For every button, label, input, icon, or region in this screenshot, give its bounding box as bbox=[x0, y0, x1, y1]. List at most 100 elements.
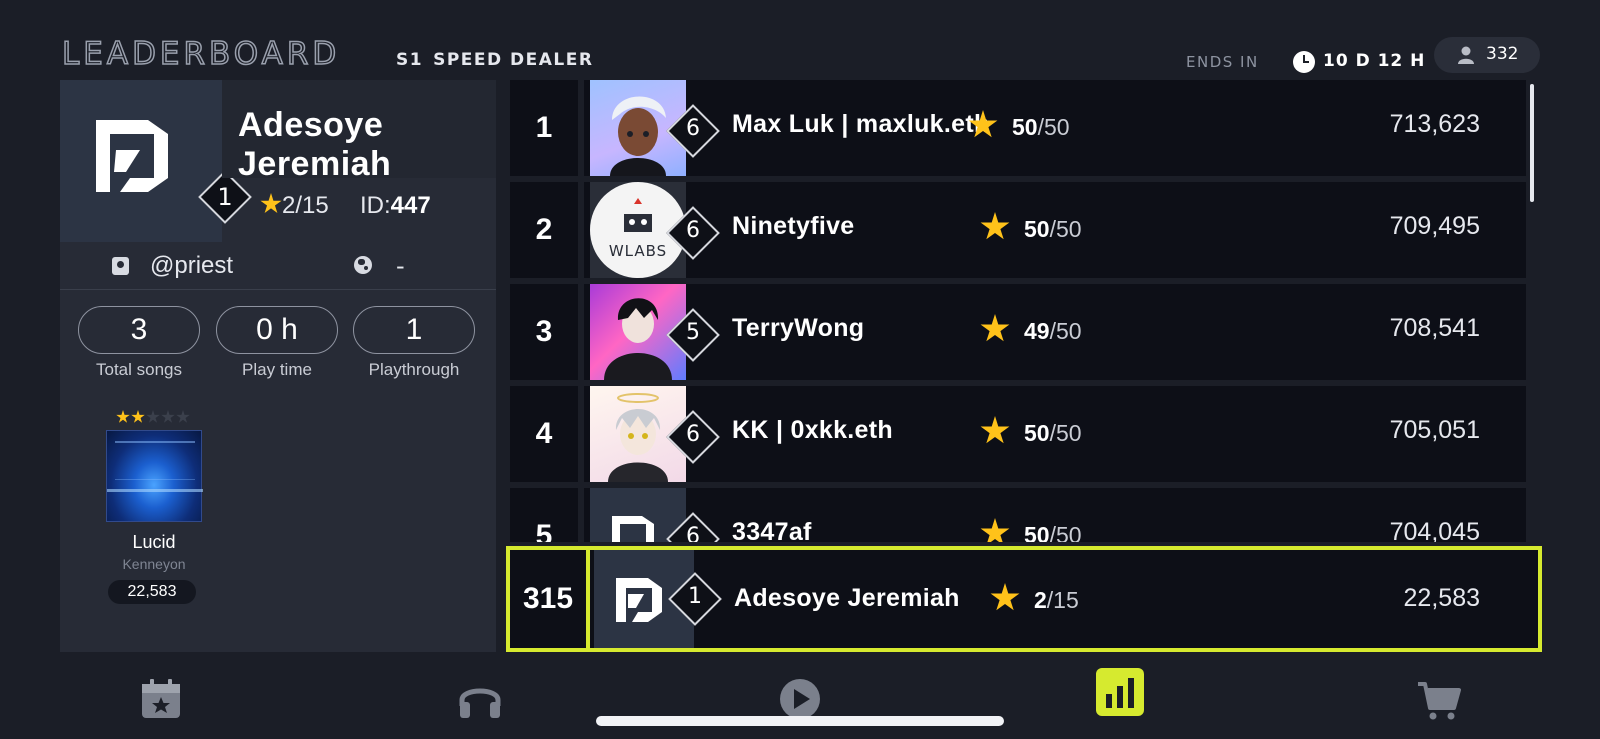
level-value: 1 bbox=[688, 584, 702, 609]
stat-label: Play time bbox=[242, 360, 312, 379]
level-value: 5 bbox=[686, 320, 700, 345]
player-name: KK | 0xkk.eth bbox=[732, 416, 893, 444]
id-value: 447 bbox=[390, 192, 431, 219]
profile-id: ID:447 bbox=[360, 192, 431, 220]
leaderboard-icon[interactable] bbox=[1096, 668, 1144, 716]
player-name: TerryWong bbox=[732, 314, 865, 342]
season-label: S1 SPEED DEALER bbox=[396, 50, 593, 70]
page-title: LEADERBOARD bbox=[61, 35, 341, 73]
stars-total: /15 bbox=[1046, 587, 1079, 613]
star-icon bbox=[968, 110, 998, 138]
star-empty-icon bbox=[146, 410, 160, 423]
stars-got: 50 bbox=[1024, 522, 1050, 542]
player-stars: 50/50 bbox=[980, 518, 1082, 542]
stars-got: 49 bbox=[1024, 318, 1050, 344]
stars-total: /50 bbox=[1037, 114, 1070, 140]
star-icon bbox=[980, 314, 1010, 342]
level-value: 1 bbox=[217, 183, 233, 211]
player-score: 713,623 bbox=[1389, 110, 1480, 138]
star-icon bbox=[116, 410, 130, 423]
player-count-badge: 332 bbox=[1434, 37, 1540, 73]
stars-got: 50 bbox=[1024, 216, 1050, 242]
bottom-nav bbox=[0, 662, 1600, 739]
level-value: 6 bbox=[686, 422, 700, 447]
id-label: ID: bbox=[360, 192, 391, 219]
player-name: Max Luk | maxluk.eth bbox=[732, 110, 990, 138]
user-icon bbox=[1458, 46, 1474, 64]
stat-label: Playthrough bbox=[368, 360, 460, 379]
row-rank: 2 bbox=[510, 182, 584, 278]
headphones-icon[interactable] bbox=[457, 676, 503, 722]
globe-icon bbox=[354, 256, 372, 274]
star-icon bbox=[980, 212, 1010, 240]
row-rank: 4 bbox=[510, 386, 584, 482]
stat-value: 0 h bbox=[216, 306, 338, 354]
level-value: 6 bbox=[686, 218, 700, 243]
player-score: 22,583 bbox=[1403, 584, 1480, 612]
ends-in-value: 10 D 12 H bbox=[1323, 51, 1426, 71]
stat-total-songs: 3 Total songs bbox=[78, 306, 200, 380]
profile-name: Adesoye Jeremiah bbox=[238, 106, 392, 183]
profile-info-row: @priest - bbox=[60, 244, 496, 290]
player-stars: 2/15 bbox=[990, 583, 1079, 614]
cart-icon[interactable] bbox=[1416, 676, 1462, 722]
star-icon bbox=[260, 193, 282, 214]
star-icon bbox=[980, 416, 1010, 444]
profile-stars-value: 2/15 bbox=[282, 192, 329, 219]
level-value: 6 bbox=[686, 116, 700, 141]
stat-label: Total songs bbox=[96, 360, 182, 379]
star-icon bbox=[980, 518, 1010, 542]
star-empty-icon bbox=[161, 410, 175, 423]
player-name: Ninetyfive bbox=[732, 212, 855, 240]
stars-total: /50 bbox=[1049, 522, 1082, 542]
player-stars: 50/50 bbox=[968, 110, 1070, 141]
row-rank: 1 bbox=[510, 80, 584, 176]
row-rank: 5 bbox=[510, 488, 584, 542]
stat-play-time: 0 h Play time bbox=[216, 306, 338, 380]
leaderboard-row[interactable]: 4 6 KK | 0xkk.eth 50/50 705,051 bbox=[510, 386, 1526, 482]
stars-total: /50 bbox=[1049, 216, 1082, 242]
stat-value: 3 bbox=[78, 306, 200, 354]
brand-logo-icon bbox=[96, 120, 168, 192]
player-stars: 49/50 bbox=[980, 314, 1082, 345]
leaderboard-row[interactable]: 5 6 3347af 50/50 704,045 bbox=[510, 488, 1526, 542]
profile-handle: @priest bbox=[150, 252, 234, 279]
star-icon bbox=[131, 410, 145, 423]
avatar-text: WLABS bbox=[608, 242, 668, 260]
player-score: 705,051 bbox=[1389, 416, 1480, 444]
stat-playthrough: 1 Playthrough bbox=[353, 306, 475, 380]
leaderboard-list[interactable]: 1 6 Max Luk | maxluk.eth 50/50 713,623 2… bbox=[506, 80, 1528, 542]
level-value: 6 bbox=[686, 524, 700, 542]
clock-icon bbox=[1293, 51, 1315, 73]
player-name: 3347af bbox=[732, 518, 812, 542]
song-cover-art[interactable] bbox=[106, 430, 203, 522]
leaderboard-row[interactable]: 3 5 TerryWong 49/50 708,541 bbox=[510, 284, 1526, 380]
stars-total: /50 bbox=[1049, 420, 1082, 446]
id-card-icon bbox=[112, 257, 129, 275]
player-stars: 50/50 bbox=[980, 416, 1082, 447]
star-empty-icon bbox=[176, 410, 190, 423]
player-stars: 50/50 bbox=[980, 212, 1082, 243]
list-scrollbar[interactable] bbox=[1530, 84, 1534, 202]
stat-value: 1 bbox=[353, 306, 475, 354]
row-rank: 3 bbox=[510, 284, 584, 380]
song-title: Lucid bbox=[132, 532, 176, 552]
song-score: 22,583 bbox=[108, 580, 196, 604]
leaderboard-row[interactable]: 1 6 Max Luk | maxluk.eth 50/50 713,623 bbox=[510, 80, 1526, 176]
profile-panel: 1 Adesoye Jeremiah 2/15 ID:447 @priest -… bbox=[60, 80, 496, 652]
profile-region: - bbox=[396, 252, 405, 280]
row-rank: 315 bbox=[510, 550, 590, 648]
stars-got: 2 bbox=[1034, 587, 1047, 613]
leaderboard-row[interactable]: 2 WLABS 6 Ninetyfive 50/50 709,495 bbox=[510, 182, 1526, 278]
season-code: S1 bbox=[396, 50, 424, 70]
stars-got: 50 bbox=[1024, 420, 1050, 446]
player-count: 332 bbox=[1486, 44, 1519, 64]
stars-total: /50 bbox=[1049, 318, 1082, 344]
calendar-icon[interactable] bbox=[138, 676, 184, 722]
season-name: SPEED DEALER bbox=[433, 50, 594, 70]
stars-got: 50 bbox=[1012, 114, 1038, 140]
player-score: 704,045 bbox=[1389, 518, 1480, 542]
home-indicator[interactable] bbox=[596, 716, 1004, 726]
current-user-row[interactable]: 315 1 Adesoye Jeremiah 2/15 22,583 bbox=[506, 546, 1542, 652]
profile-stars: 2/15 bbox=[260, 192, 329, 220]
